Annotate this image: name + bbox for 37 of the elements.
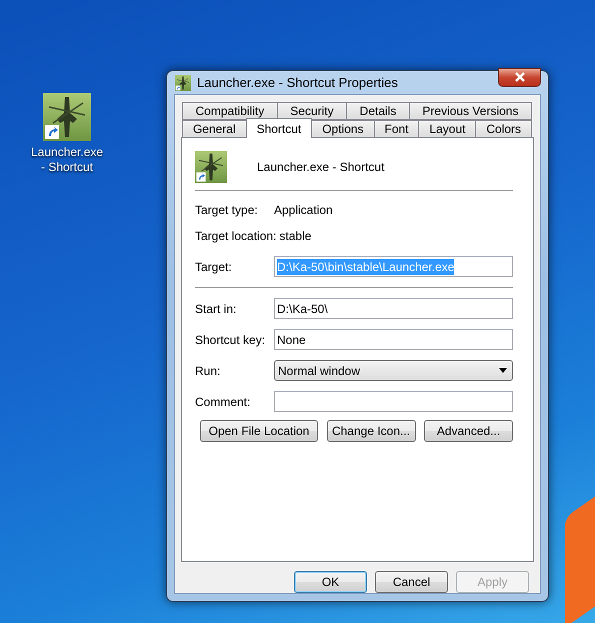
tab[interactable]: Details <box>346 102 410 120</box>
tab[interactable]: Security <box>276 102 348 120</box>
info-label: Target location: <box>195 228 278 242</box>
info-label: Target type: <box>195 202 259 216</box>
text-field[interactable]: D:\Ka-50\ <box>274 298 513 319</box>
field-label: Start in: <box>195 302 238 316</box>
close-icon <box>514 72 526 82</box>
shortcut-name: Launcher.exe - Shortcut <box>257 160 384 174</box>
tab[interactable]: Previous Versions <box>408 102 532 120</box>
tab[interactable]: Colors <box>475 120 532 138</box>
field-label: Shortcut key: <box>195 332 266 346</box>
shortcut-icon <box>43 93 91 141</box>
tab[interactable]: Shortcut <box>246 118 312 138</box>
field-label: Comment: <box>195 394 252 408</box>
field-label: Run: <box>195 364 222 378</box>
tab[interactable]: Font <box>374 120 420 138</box>
app-icon <box>175 74 191 90</box>
info-value: stable <box>279 228 312 242</box>
action-button[interactable]: Advanced... <box>424 420 513 442</box>
text-field[interactable] <box>274 391 513 412</box>
action-button[interactable]: Open File Location <box>200 420 318 442</box>
close-button[interactable] <box>498 68 541 86</box>
tab[interactable]: Layout <box>418 120 476 138</box>
action-button[interactable]: Change Icon... <box>326 420 416 442</box>
dropdown-caret-icon <box>499 368 507 373</box>
run-dropdown[interactable]: Normal window <box>274 360 513 381</box>
tab[interactable]: Options <box>311 120 375 138</box>
info-value: Application <box>274 202 333 216</box>
field-label: Target: <box>195 260 233 274</box>
shortcut-icon <box>195 151 227 183</box>
dialog-button[interactable]: Cancel <box>375 571 448 593</box>
text-field[interactable]: None <box>274 329 513 350</box>
dialog-button[interactable]: OK <box>294 571 367 593</box>
desktop-icon-label[interactable]: Launcher.exe - Shortcut <box>31 145 103 175</box>
tab[interactable]: General <box>182 120 247 138</box>
window-title: Launcher.exe - Shortcut Properties <box>197 75 399 90</box>
tab[interactable]: Compatibility <box>182 102 278 120</box>
